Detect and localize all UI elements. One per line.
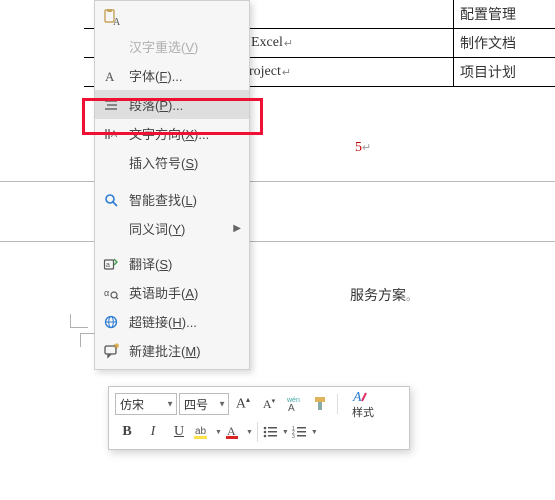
styles-button[interactable]: A 样式	[342, 388, 384, 420]
translate-icon: a	[101, 254, 121, 274]
menu-label: 新建批注(M)	[129, 341, 201, 360]
svg-text:✶: ✶	[113, 343, 119, 351]
table-cell[interactable]: 项目计划	[454, 58, 555, 86]
svg-text:A: A	[113, 17, 120, 27]
menu-hanzi-reselect: 汉字重选(V)	[95, 32, 249, 61]
shrink-font-icon: A▾	[263, 397, 275, 412]
brush-icon	[312, 395, 330, 413]
highlight-icon: ab	[193, 423, 213, 441]
menu-label: 汉字重选(V)	[129, 37, 198, 56]
submenu-arrow-icon: ▶	[233, 223, 241, 234]
margin-marker	[70, 314, 88, 328]
mini-toolbar: 仿宋 ▼ 四号 ▼ A▴ A▾ wénA A 样式 B I	[108, 386, 410, 450]
menu-label: 翻译(S)	[129, 254, 172, 273]
menu-label: 智能查找(L)	[129, 190, 197, 209]
svg-text:a: a	[106, 262, 110, 269]
font-name-combo[interactable]: 仿宋 ▼	[115, 393, 177, 415]
italic-icon: I	[151, 424, 156, 440]
cell-text: 制作文档	[460, 33, 516, 53]
search-icon	[101, 190, 121, 210]
menu-label: 同义词(Y)	[129, 219, 185, 238]
table-cell[interactable]	[245, 0, 454, 28]
svg-text:3: 3	[292, 434, 295, 440]
font-size-combo[interactable]: 四号 ▼	[179, 393, 229, 415]
menu-translate[interactable]: a 翻译(S)	[95, 249, 249, 278]
page-edge	[0, 241, 555, 242]
menu-smart-lookup[interactable]: 智能查找(L)	[95, 185, 249, 214]
grow-font-button[interactable]: A▴	[231, 392, 255, 416]
chevron-down-icon: ▼	[218, 400, 226, 409]
table-cell[interactable]: roject↵	[245, 58, 454, 86]
highlight-button[interactable]: ab▼	[193, 420, 222, 444]
svg-text:A: A	[352, 390, 362, 404]
font-a-icon: A	[101, 66, 121, 86]
bold-icon: B	[122, 424, 131, 440]
menu-insert-symbol[interactable]: 插入符号(S)	[95, 148, 249, 177]
font-color-icon: A	[224, 423, 244, 441]
menu-label: 段落(P)...	[129, 95, 183, 114]
phonetic-guide-button[interactable]: wénA	[283, 392, 307, 416]
combo-value: 仿宋	[120, 396, 144, 413]
svg-text:α: α	[104, 288, 109, 298]
font-color-button[interactable]: A▼	[224, 420, 253, 444]
menu-new-comment[interactable]: ✶ 新建批注(M)	[95, 336, 249, 365]
format-painter-button[interactable]	[309, 392, 333, 416]
text-direction-icon: A	[101, 124, 121, 144]
menu-thesaurus[interactable]: 同义词(Y) ▶	[95, 214, 249, 243]
grow-font-icon: A▴	[236, 395, 250, 413]
combo-value: 四号	[184, 396, 208, 413]
menu-paragraph[interactable]: 段落(P)...	[95, 90, 249, 119]
shrink-font-button[interactable]: A▾	[257, 392, 281, 416]
cell-text: roject	[249, 64, 281, 80]
numbering-icon: 123	[291, 424, 309, 440]
svg-text:A: A	[111, 129, 117, 139]
bold-button[interactable]: B	[115, 420, 139, 444]
bullets-icon	[262, 424, 280, 440]
bullets-button[interactable]: ▼	[262, 420, 289, 444]
english-assist-icon: α	[101, 283, 121, 303]
menu-label: 字体(F)...	[129, 66, 182, 85]
svg-text:A: A	[227, 424, 236, 438]
numbering-button[interactable]: 123▼	[291, 420, 318, 444]
underline-icon: U	[174, 424, 184, 440]
table-cell[interactable]: Excel↵	[245, 29, 454, 57]
menu-text-direction[interactable]: A 文字方向(X)...	[95, 119, 249, 148]
phonetic-icon: wénA	[285, 395, 305, 413]
menu-label: 插入符号(S)	[129, 153, 198, 172]
paragraph-icon	[101, 95, 121, 115]
body-text[interactable]: 服务方案。	[350, 285, 417, 305]
table-cell[interactable]: 配置管理	[454, 0, 555, 28]
menu-font[interactable]: A 字体(F)...	[95, 61, 249, 90]
svg-text:ab: ab	[195, 426, 207, 437]
menu-label: 文字方向(X)...	[129, 124, 209, 143]
context-menu: A 汉字重选(V) A 字体(F)... 段落(P)... A 文字方向(X).…	[94, 0, 250, 370]
chevron-down-icon: ▼	[166, 400, 174, 409]
cell-text: 配置管理	[460, 4, 516, 24]
table-cell[interactable]: 制作文档	[454, 29, 555, 57]
italic-button[interactable]: I	[141, 420, 165, 444]
cell-text: 项目计划	[460, 62, 516, 82]
hyperlink-icon	[101, 312, 121, 332]
cell-text: Excel	[251, 35, 283, 51]
svg-text:A: A	[288, 403, 295, 413]
svg-text:A: A	[105, 69, 115, 84]
page-edge	[0, 181, 555, 182]
menu-paste-options[interactable]: A	[95, 3, 249, 32]
new-comment-icon: ✶	[101, 341, 121, 361]
page-footer-number: 5↵	[355, 140, 371, 156]
menu-hyperlink[interactable]: 超链接(H)...	[95, 307, 249, 336]
clipboard-font-icon: A	[101, 8, 121, 28]
underline-button[interactable]: U	[167, 420, 191, 444]
styles-icon: A	[352, 388, 374, 404]
menu-label: 英语助手(A)	[129, 283, 198, 302]
menu-label: 超链接(H)...	[129, 312, 197, 331]
menu-english-assist[interactable]: α 英语助手(A)	[95, 278, 249, 307]
